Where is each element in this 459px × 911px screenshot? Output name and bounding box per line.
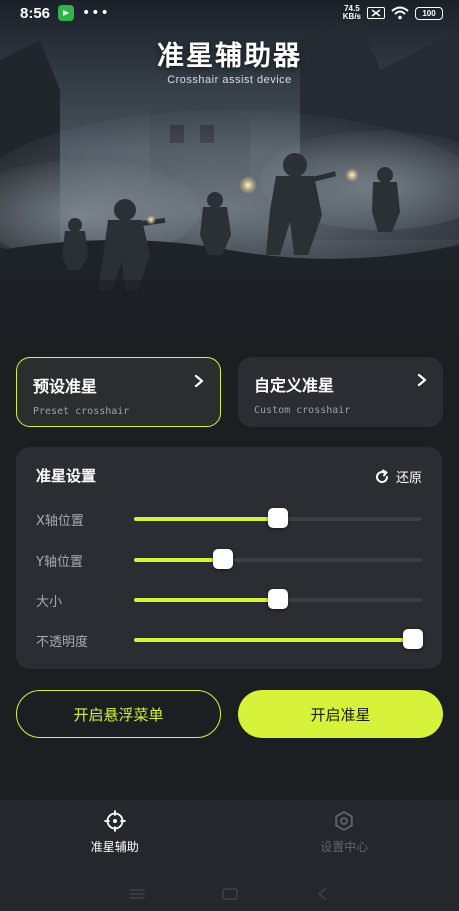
nav-settings-center[interactable]: 设置中心 [230, 800, 459, 876]
slider-label: X轴位置 [36, 513, 84, 529]
slider-size[interactable]: 大小 [36, 588, 422, 612]
slider-label: 不透明度 [36, 634, 89, 650]
slider-opacity[interactable]: 不透明度 [36, 628, 424, 652]
mode-card-title: 预设准星 [33, 377, 98, 396]
back-icon[interactable] [314, 887, 332, 901]
slider-label: 大小 [36, 594, 63, 610]
status-bar: 8:56 ••• 74.5 KB/s 100 [0, 0, 459, 26]
slider-track[interactable] [134, 589, 422, 609]
mode-card-subtitle: Preset crosshair [33, 406, 130, 417]
slider-track[interactable] [134, 629, 424, 649]
mode-card-title: 自定义准星 [254, 376, 335, 395]
slider-thumb[interactable] [213, 549, 234, 569]
nav-crosshair-assist[interactable]: 准星辅助 [0, 800, 230, 876]
crosshair-settings-panel: 准星设置 还原 X轴位置 Y轴位置 大小 不透明度 [16, 447, 442, 669]
home-icon[interactable] [221, 887, 239, 901]
system-navigation-bar [0, 876, 459, 911]
mode-card-subtitle: Custom crosshair [254, 405, 351, 416]
refresh-icon [375, 469, 388, 483]
enable-crosshair-button[interactable]: 开启准星 [238, 690, 443, 738]
app-title: 准星辅助器 [157, 41, 302, 72]
chevron-right-icon [417, 373, 427, 387]
more-notifications-icon: ••• [82, 5, 110, 21]
slider-track[interactable] [134, 549, 422, 569]
hero-banner: 准星辅助器 Crosshair assist device [0, 0, 459, 336]
custom-crosshair-card[interactable]: 自定义准星 Custom crosshair [238, 357, 443, 427]
status-time: 8:56 [20, 4, 51, 22]
nav-label: 准星辅助 [90, 840, 139, 854]
reset-label: 还原 [395, 471, 422, 486]
crosshair-icon [103, 810, 126, 832]
wifi-icon [391, 6, 409, 20]
battery-indicator: 100 [415, 6, 443, 20]
slider-fill [134, 598, 278, 602]
open-floating-menu-button[interactable]: 开启悬浮菜单 [16, 690, 221, 738]
slider-x-position[interactable]: X轴位置 [36, 507, 422, 531]
app-notification-icon [58, 5, 75, 21]
settings-title: 准星设置 [36, 467, 97, 485]
settings-icon [335, 811, 353, 831]
slider-fill [134, 558, 224, 562]
slider-y-position[interactable]: Y轴位置 [36, 548, 422, 572]
app-subtitle: Crosshair assist device [167, 74, 292, 86]
slider-thumb[interactable] [268, 589, 288, 609]
slider-fill [134, 638, 414, 642]
network-speed: 74.5 KB/s [342, 4, 361, 21]
reset-button[interactable]: 还原 [374, 467, 422, 486]
menu-icon[interactable] [128, 887, 146, 901]
slider-label: Y轴位置 [36, 554, 83, 570]
slider-fill [134, 517, 278, 521]
slider-thumb[interactable] [403, 629, 424, 649]
sim-icon [367, 7, 385, 19]
bottom-navigation: 准星辅助 设置中心 [0, 800, 459, 876]
preset-crosshair-card[interactable]: 预设准星 Preset crosshair [16, 357, 221, 427]
slider-thumb[interactable] [268, 508, 288, 528]
nav-label: 设置中心 [320, 840, 369, 854]
chevron-right-icon [194, 374, 204, 388]
slider-track[interactable] [134, 508, 422, 528]
